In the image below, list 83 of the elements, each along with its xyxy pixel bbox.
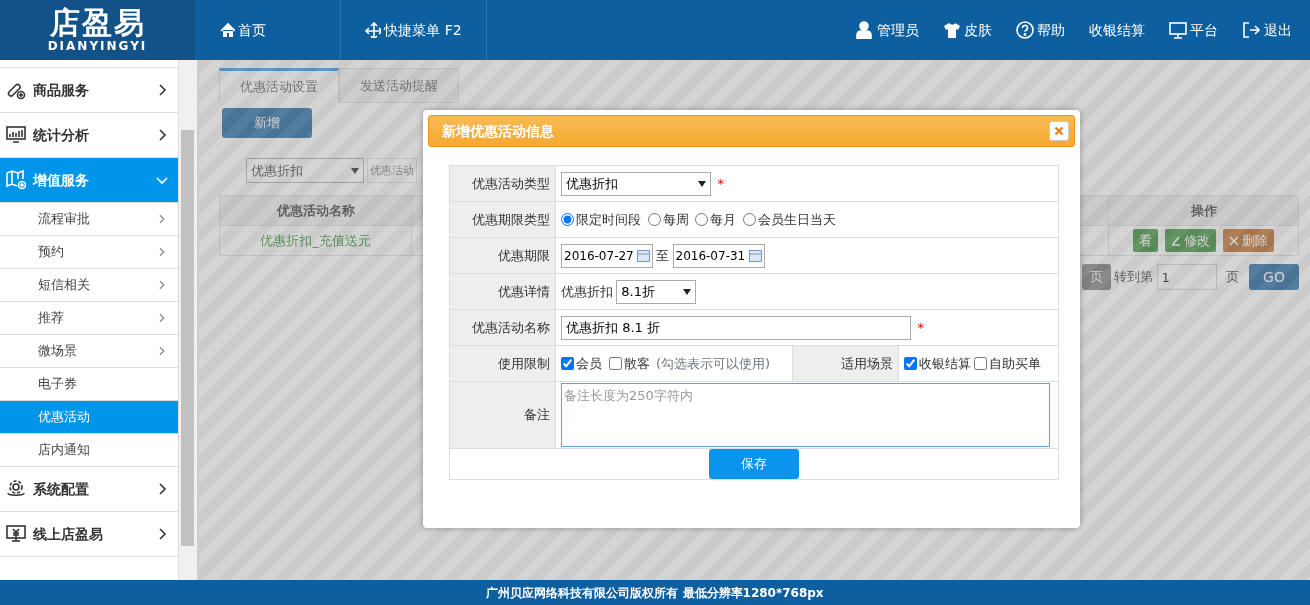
field-label: 使用限制 [449, 345, 556, 382]
pencil-icon [1170, 235, 1181, 246]
field-label: 优惠期限类型 [449, 201, 556, 238]
field-text: 优惠折扣 [561, 282, 613, 301]
note-textarea[interactable]: 备注长度为250字符内 [561, 383, 1050, 447]
shirt-icon [942, 21, 961, 39]
page-input[interactable]: 1 [1156, 264, 1217, 290]
option-label: 限定时间段 [576, 210, 641, 229]
field-label: 备注 [449, 381, 556, 449]
name-input[interactable]: 优惠折扣 8.1 折 [561, 315, 911, 340]
calendar-icon [637, 249, 650, 262]
type-select[interactable]: 优惠折扣 [561, 171, 711, 196]
chevron-icon [156, 129, 168, 141]
option-label: 自助买单 [989, 354, 1042, 373]
field-label: 适用场景 [792, 345, 899, 382]
chevron-icon [157, 279, 166, 291]
dialog-title: 新增优惠活动信息 [442, 121, 554, 141]
nav-link[interactable]: 皮肤 [930, 19, 1004, 41]
column-header: 操作 [1108, 195, 1299, 226]
user-icon [855, 21, 874, 39]
logo-subtitle: DIANYINGYI [47, 39, 148, 53]
logo-title: 店盈易 [49, 7, 146, 39]
radio-button[interactable] [561, 213, 574, 226]
required-mark: * [917, 318, 924, 337]
option-label: 会员生日当天 [757, 210, 836, 229]
monitor-chart-icon [6, 125, 26, 145]
home-icon [219, 22, 235, 38]
option-label: 收银结算 [919, 354, 972, 373]
nav-link[interactable]: 平台 [1157, 19, 1231, 41]
chevron-icon [157, 312, 166, 324]
chevron-icon [157, 213, 166, 225]
logout-icon [1242, 21, 1261, 39]
radio-button[interactable] [647, 213, 661, 226]
nav-link[interactable]: 管理员 [843, 19, 931, 41]
field-label: 优惠期限 [449, 237, 556, 274]
chevron-icon [156, 174, 168, 186]
caret-icon [351, 167, 359, 174]
separator-text: 至 [656, 246, 670, 265]
chevron-icon [156, 483, 168, 495]
column-header: 优惠活动名称 [219, 195, 412, 226]
option-label: 散客 [623, 354, 650, 373]
discount-select[interactable]: 8.1折 [616, 279, 697, 304]
filter-select[interactable]: 优惠折扣 [246, 158, 364, 183]
calendar-icon [748, 249, 762, 262]
chevron-icon [157, 246, 166, 258]
chevron-icon [157, 345, 166, 357]
footer-text: 广州贝应网络科技有限公司版权所有 最低分辨率1280*768px [486, 584, 824, 602]
date-field[interactable]: 2016-07-31 [672, 243, 765, 268]
nav-link[interactable]: 退出 [1230, 19, 1304, 41]
gear-icon [6, 479, 26, 499]
caret-icon [683, 288, 692, 295]
monitor-yen-icon [6, 524, 26, 544]
chevron-icon [156, 84, 168, 96]
move-icon [365, 22, 381, 38]
option-label: 每月 [710, 210, 736, 229]
close-button[interactable] [1049, 121, 1069, 141]
map-plus-icon [6, 170, 26, 190]
checkbox[interactable] [974, 357, 988, 370]
field-label: 优惠活动类型 [449, 165, 556, 202]
checkbox[interactable] [608, 357, 622, 370]
required-mark: * [717, 174, 724, 193]
nav-link[interactable]: 帮助 [1003, 19, 1077, 41]
help-icon [1015, 21, 1034, 39]
option-label: 每周 [662, 210, 689, 229]
option-label: 会员 [576, 354, 602, 373]
table-cell: 优惠折扣_充值送元 [219, 225, 412, 256]
radio-button[interactable] [742, 213, 756, 226]
nav-link[interactable]: 收银结算 [1077, 19, 1157, 41]
chevron-icon [156, 528, 168, 540]
monitor-icon [1169, 21, 1187, 39]
checkbox[interactable] [904, 357, 918, 370]
close-icon [1054, 126, 1064, 136]
date-field[interactable]: 2016-07-27 [561, 243, 653, 268]
radio-button[interactable] [695, 213, 708, 226]
scrollbar[interactable] [178, 60, 197, 580]
close-icon [1228, 235, 1239, 246]
caret-icon [698, 180, 706, 187]
page-label: 页 [1225, 268, 1241, 287]
page-label: 转到第 [1114, 268, 1154, 287]
field-label: 优惠活动名称 [449, 309, 556, 346]
hint-text: (勾选表示可以使用) [656, 354, 771, 373]
field-label: 优惠详情 [449, 273, 556, 310]
checkbox[interactable] [561, 357, 574, 370]
